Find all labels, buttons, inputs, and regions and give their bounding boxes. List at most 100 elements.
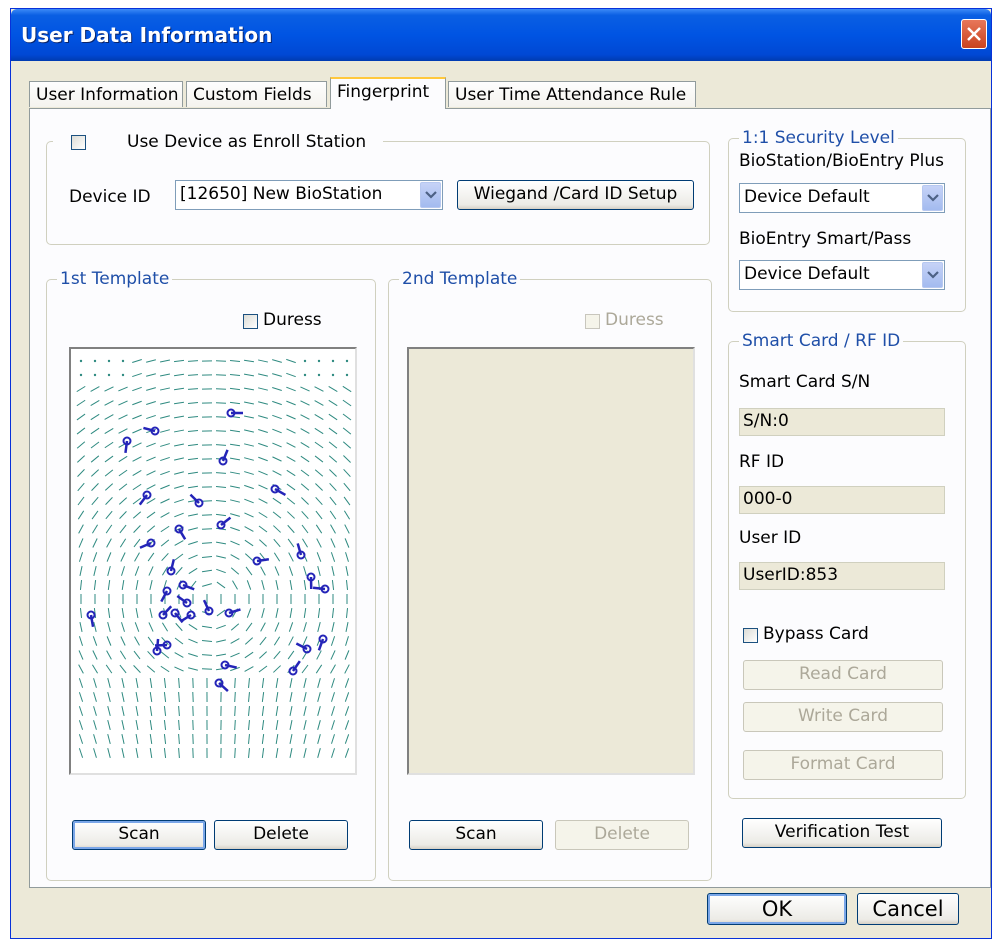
ridge-mark [121, 706, 125, 716]
minutia-marker [178, 580, 195, 591]
ridge-mark [132, 386, 142, 392]
ridge-mark [132, 414, 142, 420]
ridge-mark [120, 636, 126, 646]
ridge-mark [275, 733, 279, 745]
device-id-label: Device ID [69, 187, 151, 207]
ridge-mark [288, 622, 294, 632]
dropdown-button[interactable] [922, 262, 943, 288]
ridge-mark [107, 734, 111, 744]
ridge-mark [121, 566, 125, 576]
ridge-mark [77, 482, 85, 492]
smart-card-sn-field[interactable]: S/N:0 [739, 408, 945, 436]
bypass-card-checkbox[interactable] [743, 628, 758, 643]
wiegand-card-setup-button[interactable]: Wiegand /Card ID Setup [457, 180, 694, 210]
ridge-mark [107, 678, 111, 688]
ridge-mark [201, 654, 213, 656]
scan-button-2[interactable]: Scan [409, 820, 543, 850]
tab-user-information[interactable]: User Information [29, 81, 183, 107]
ridge-mark [272, 373, 282, 377]
format-card-button[interactable]: Format Card [743, 750, 943, 780]
ridge-mark [246, 580, 252, 590]
ridge-mark [344, 720, 350, 730]
ridge-mark [330, 664, 336, 674]
ridge-mark [315, 510, 323, 520]
delete-button-1[interactable]: Delete [214, 820, 348, 850]
ridge-mark [289, 734, 293, 744]
ridge-mark [314, 455, 324, 463]
ridge-mark [286, 372, 296, 378]
wiegand-button-label: Wiegand /Card ID Setup [473, 184, 678, 204]
ridge-mark [300, 455, 310, 463]
scan-button-1[interactable]: Scan [72, 820, 206, 850]
ridge-mark [345, 636, 349, 646]
delete-button-2[interactable]: Delete [555, 820, 689, 850]
tab-custom-fields[interactable]: Custom Fields [186, 81, 327, 107]
ridge-mark [188, 527, 198, 531]
dropdown-button[interactable] [922, 185, 943, 211]
close-button[interactable] [961, 19, 987, 49]
ridge-mark [121, 607, 125, 619]
ridge-mark [345, 607, 349, 619]
tab-user-time-attendance-rule[interactable]: User Time Attendance Rule [448, 81, 696, 107]
ridge-mark [146, 665, 156, 673]
ridge-mark [303, 359, 307, 363]
tab-fingerprint[interactable]: Fingerprint [330, 77, 446, 109]
tab-label: User Time Attendance Rule [455, 85, 687, 105]
device-id-select[interactable]: [12650] New BioStation [175, 180, 443, 210]
ridge-mark [317, 373, 321, 377]
verification-test-button[interactable]: Verification Test [742, 818, 942, 848]
ridge-mark [174, 457, 184, 461]
ridge-mark [149, 691, 153, 703]
cancel-button[interactable]: Cancel [857, 893, 959, 925]
ridge-mark [118, 414, 128, 420]
ridge-mark [234, 705, 236, 717]
chevron-down-icon [927, 194, 939, 202]
ridge-mark [93, 734, 97, 744]
ridge-mark [104, 483, 114, 491]
ridge-mark [229, 360, 241, 362]
ridge-mark [342, 385, 352, 393]
ridge-mark [78, 538, 84, 548]
ridge-mark [149, 608, 153, 618]
biostation-security-value: Device Default [744, 187, 870, 207]
ridge-mark [79, 373, 83, 377]
ridge-mark [78, 664, 84, 674]
bioentry-security-select[interactable]: Device Default [739, 260, 945, 290]
enroll-station-checkbox[interactable] [71, 135, 86, 150]
ok-button[interactable]: OK [707, 893, 847, 925]
ridge-mark [303, 607, 307, 619]
biostation-label: BioStation/BioEntry Plus [739, 151, 944, 171]
ridge-mark [118, 497, 128, 505]
title-bar[interactable]: User Data Information [11, 9, 991, 61]
rf-id-label: RF ID [739, 452, 785, 472]
ridge-mark [272, 414, 282, 420]
read-card-button[interactable]: Read Card [743, 660, 943, 690]
user-id-field[interactable]: UserID:853 [739, 562, 945, 590]
ridge-mark [230, 567, 240, 575]
minutia-marker [189, 493, 204, 508]
ridge-mark [260, 622, 266, 632]
ridge-mark [163, 747, 167, 759]
ridge-mark [201, 542, 213, 544]
duress-checkbox-1[interactable] [243, 314, 258, 329]
ridge-mark [135, 607, 139, 619]
enroll-station-group: Use Device as Enroll Station Device ID [… [46, 130, 710, 245]
ridge-mark [317, 734, 321, 744]
duress-checkbox-2[interactable] [585, 314, 600, 329]
ridge-mark [160, 484, 170, 490]
ridge-mark [178, 719, 180, 731]
minutia-marker [160, 586, 172, 603]
ridge-mark [259, 636, 267, 646]
ridge-mark [261, 580, 265, 590]
ridge-mark [78, 706, 84, 716]
ridge-mark [178, 747, 180, 759]
ridge-mark [303, 373, 307, 377]
biostation-security-select[interactable]: Device Default [739, 183, 945, 213]
ridge-mark [201, 556, 213, 558]
write-card-button[interactable]: Write Card [743, 702, 943, 732]
ridge-mark [342, 399, 352, 407]
rf-id-field[interactable]: 000-0 [739, 486, 945, 514]
ridge-mark [331, 622, 335, 632]
ridge-mark [188, 667, 198, 671]
dropdown-button[interactable] [420, 182, 441, 208]
